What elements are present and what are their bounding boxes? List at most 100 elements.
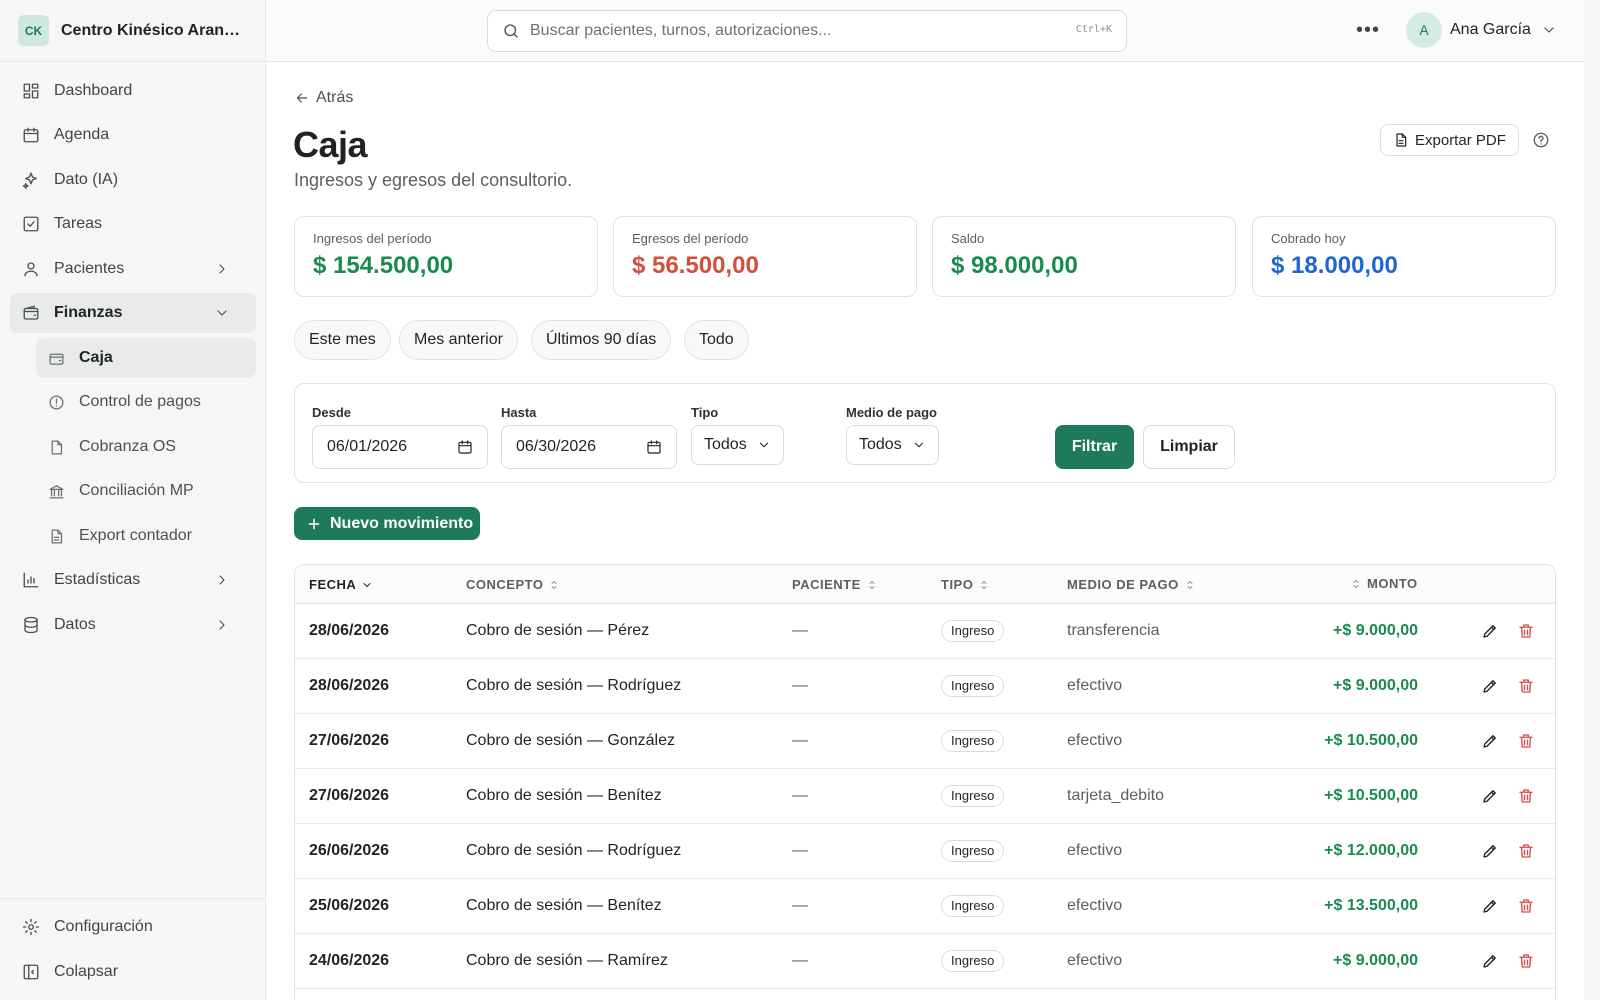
cell-concepto: Cobro de sesión — Rodríguez [466, 677, 682, 694]
clear-button[interactable]: Limpiar [1143, 425, 1235, 469]
sidebar-item-label: Configuración [54, 918, 153, 935]
edit-icon[interactable] [1481, 952, 1499, 970]
chevron-right-icon [219, 620, 225, 630]
sidebar-subitem-export-contador[interactable]: Export contador [36, 516, 256, 556]
sidebar-subitem-cobranza-os[interactable]: Cobranza OS [36, 427, 256, 467]
sidebar-subitem-caja[interactable]: Caja [36, 338, 256, 378]
sidebar-item-tareas[interactable]: Tareas [10, 204, 256, 244]
scrollbar[interactable] [1584, 0, 1600, 1000]
search-input[interactable]: Buscar pacientes, turnos, autorizaciones… [487, 10, 1127, 52]
edit-icon[interactable] [1481, 842, 1499, 860]
column-header-concepto[interactable]: CONCEPTO [466, 577, 560, 592]
back-label: Atrás [316, 89, 354, 106]
table-row[interactable]: 28/06/2026 Cobro de sesión — Pérez — Ing… [295, 604, 1555, 659]
stat-value: $ 18.000,00 [1271, 252, 1398, 279]
arrow-left-icon [296, 93, 308, 103]
medio-select[interactable]: Todos [846, 425, 939, 465]
period-chip-mes-anterior[interactable]: Mes anterior [399, 320, 518, 360]
column-header-fecha[interactable]: FECHA [309, 577, 373, 592]
back-link[interactable]: Atrás [294, 89, 353, 107]
table-row[interactable]: 27/06/2026 Cobro de sesión — González — … [295, 714, 1555, 769]
trash-icon[interactable] [1517, 842, 1535, 860]
sidebar-item-colapsar[interactable]: Colapsar [10, 952, 256, 992]
cell-concepto: Cobro de sesión — González [466, 732, 675, 749]
column-header-label: MEDIO DE PAGO [1067, 577, 1179, 592]
table-row[interactable]: 28/06/2026 Cobro de sesión — Rodríguez —… [295, 659, 1555, 714]
stat-label: Cobrado hoy [1271, 231, 1346, 246]
help-icon[interactable] [1532, 131, 1550, 149]
hasta-date-input[interactable]: 06/30/2026 [501, 425, 677, 469]
cell-concepto: Cobro de sesión — Benítez [466, 787, 662, 804]
trash-icon[interactable] [1517, 897, 1535, 915]
trash-icon[interactable] [1517, 677, 1535, 695]
more-options-icon[interactable]: ••• [1356, 20, 1380, 40]
sidebar-item-label: Dato (IA) [54, 171, 119, 188]
edit-icon[interactable] [1481, 732, 1499, 750]
sidebar-item-agenda[interactable]: Agenda [10, 115, 256, 155]
cell-medio: efectivo [1067, 732, 1123, 749]
cell-medio: tarjeta_debito [1067, 787, 1164, 804]
desde-date-input[interactable]: 06/01/2026 [312, 425, 488, 469]
sidebar-item-finanzas[interactable]: Finanzas [10, 293, 256, 333]
trash-icon[interactable] [1517, 622, 1535, 640]
cell-medio: efectivo [1067, 952, 1123, 969]
hasta-value: 06/30/2026 [516, 438, 597, 455]
sidebar-subitem-label: Caja [79, 349, 113, 366]
table-row[interactable]: 25/06/2026 Cobro de sesión — Benítez — I… [295, 879, 1555, 934]
table-row[interactable]: 27/06/2026 Cobro de sesión — Benítez — I… [295, 769, 1555, 824]
tipo-badge: Ingreso [941, 950, 1005, 972]
brand-header[interactable]: CK Centro Kinésico Aranguren [0, 0, 265, 62]
cell-paciente: — [792, 787, 808, 804]
brand-name: Centro Kinésico Aranguren [61, 21, 247, 39]
cell-concepto: Cobro de sesión — Rodríguez [466, 842, 682, 859]
stat-label: Ingresos del período [313, 231, 432, 246]
sidebar-item-estadisticas[interactable]: Estadísticas [10, 560, 256, 600]
tipo-select[interactable]: Todos [691, 425, 784, 465]
cell-fecha: 27/06/2026 [309, 787, 390, 804]
edit-icon[interactable] [1481, 787, 1499, 805]
period-chip-ultimos-90-dias[interactable]: Últimos 90 días [531, 320, 672, 360]
column-header-medio-de-pago[interactable]: MEDIO DE PAGO [1067, 577, 1196, 592]
column-header-monto[interactable]: MONTO [1350, 576, 1418, 591]
chevron-down-icon [759, 442, 768, 448]
stat-label: Saldo [951, 231, 985, 246]
column-header-tipo[interactable]: TIPO [941, 577, 990, 592]
sidebar-subitem-conciliacion-mp[interactable]: Conciliación MP [36, 471, 256, 511]
filter-button[interactable]: Filtrar [1055, 425, 1134, 469]
medio-value: Todos [859, 436, 902, 453]
export-pdf-button[interactable]: Exportar PDF [1380, 124, 1519, 156]
edit-icon[interactable] [1481, 897, 1499, 915]
cell-concepto: Cobro de sesión — Benítez [466, 897, 662, 914]
trash-icon[interactable] [1517, 952, 1535, 970]
stat-label: Egresos del período [632, 231, 749, 246]
file-text-icon [51, 528, 63, 544]
new-movement-button[interactable]: Nuevo movimiento [294, 507, 480, 540]
sidebar-item-dashboard[interactable]: Dashboard [10, 71, 256, 111]
sidebar-item-label: Colapsar [54, 963, 119, 980]
table-row[interactable]: 24/06/2026 Cobro de sesión — Ramírez — I… [295, 934, 1555, 989]
table-row[interactable]: 26/06/2026 Cobro de sesión — Rodríguez —… [295, 824, 1555, 879]
sidebar-subitem-control-de-pagos[interactable]: Control de pagos [36, 382, 256, 422]
sidebar-item-label: Datos [54, 616, 96, 633]
sidebar-item-dato-ia[interactable]: Dato (IA) [10, 160, 256, 200]
sidebar-item-configuracion[interactable]: Configuración [10, 907, 256, 947]
sort-icon [1187, 580, 1193, 589]
trash-icon[interactable] [1517, 787, 1535, 805]
cell-fecha: 25/06/2026 [309, 897, 390, 914]
desde-label: Desde [312, 405, 352, 420]
sidebar: CK Centro Kinésico Aranguren Dashboard A… [0, 0, 266, 1000]
period-chip-todo[interactable]: Todo [684, 320, 749, 360]
cell-monto: +$ 9.000,00 [1333, 622, 1418, 639]
sidebar-item-pacientes[interactable]: Pacientes [10, 249, 256, 289]
stat-value: $ 154.500,00 [313, 252, 454, 279]
edit-icon[interactable] [1481, 622, 1499, 640]
trash-icon[interactable] [1517, 732, 1535, 750]
avatar: A [1406, 12, 1442, 48]
edit-icon[interactable] [1481, 677, 1499, 695]
column-header-paciente[interactable]: PACIENTE [792, 577, 878, 592]
database-icon [24, 616, 38, 634]
stat-card-cobrado-hoy: Cobrado hoy $ 18.000,00 [1252, 216, 1556, 297]
sidebar-item-datos[interactable]: Datos [10, 605, 256, 645]
period-chip-este-mes[interactable]: Este mes [294, 320, 391, 360]
user-menu[interactable]: A Ana García [1406, 12, 1557, 48]
